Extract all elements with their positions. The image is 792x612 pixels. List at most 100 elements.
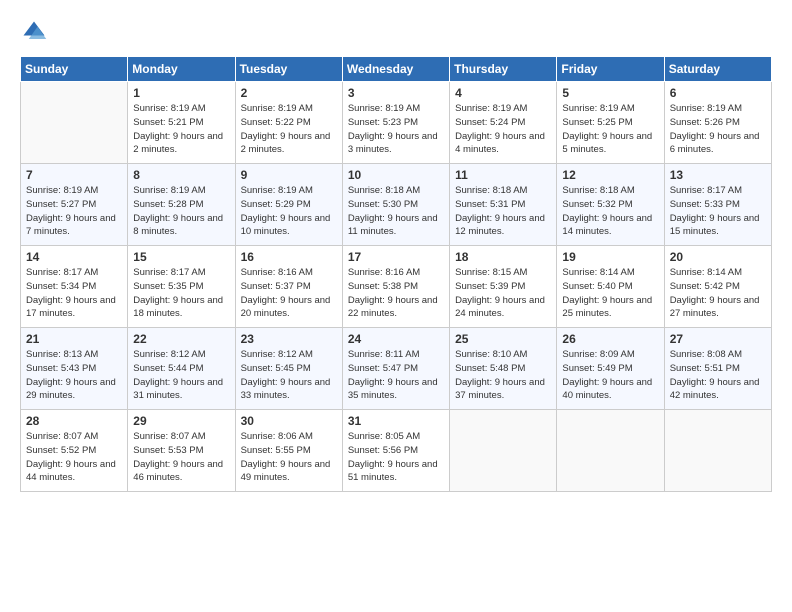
day-info: Sunrise: 8:17 AMSunset: 5:33 PMDaylight:… xyxy=(670,185,760,237)
calendar-cell: 30 Sunrise: 8:06 AMSunset: 5:55 PMDayligh… xyxy=(235,410,342,492)
day-info: Sunrise: 8:19 AMSunset: 5:27 PMDaylight:… xyxy=(26,185,116,237)
day-number: 2 xyxy=(241,86,337,100)
header-day-thursday: Thursday xyxy=(450,57,557,82)
calendar-cell xyxy=(21,82,128,164)
calendar-cell: 9Sunrise: 8:19 AMSunset: 5:29 PMDaylight… xyxy=(235,164,342,246)
day-info: Sunrise: 8:17 AMSunset: 5:35 PMDaylight:… xyxy=(133,267,223,319)
logo xyxy=(20,18,52,46)
calendar-header-row: SundayMondayTuesdayWednesdayThursdayFrid… xyxy=(21,57,772,82)
day-number: 8 xyxy=(133,168,229,182)
calendar-week-row: 1 Sunrise: 8:19 AMSunset: 5:21 PMDaylight… xyxy=(21,82,772,164)
calendar-cell: 20 Sunrise: 8:14 AMSunset: 5:42 PMDayligh… xyxy=(664,246,771,328)
day-info: Sunrise: 8:17 AMSunset: 5:34 PMDaylight:… xyxy=(26,267,116,319)
calendar-cell: 1 Sunrise: 8:19 AMSunset: 5:21 PMDaylight… xyxy=(128,82,235,164)
header-day-tuesday: Tuesday xyxy=(235,57,342,82)
day-number: 12 xyxy=(562,168,658,182)
calendar-cell: 26 Sunrise: 8:09 AMSunset: 5:49 PMDayligh… xyxy=(557,328,664,410)
day-info: Sunrise: 8:15 AMSunset: 5:39 PMDaylight:… xyxy=(455,267,545,319)
day-info: Sunrise: 8:19 AMSunset: 5:26 PMDaylight:… xyxy=(670,103,760,155)
calendar-cell: 21Sunrise: 8:13 AMSunset: 5:43 PMDayligh… xyxy=(21,328,128,410)
day-number: 14 xyxy=(26,250,122,264)
day-info: Sunrise: 8:19 AMSunset: 5:21 PMDaylight:… xyxy=(133,103,223,155)
calendar-cell: 11Sunrise: 8:18 AMSunset: 5:31 PMDayligh… xyxy=(450,164,557,246)
calendar-page: SundayMondayTuesdayWednesdayThursdayFrid… xyxy=(0,0,792,612)
header-day-monday: Monday xyxy=(128,57,235,82)
day-number: 6 xyxy=(670,86,766,100)
day-info: Sunrise: 8:14 AMSunset: 5:40 PMDaylight:… xyxy=(562,267,652,319)
day-info: Sunrise: 8:12 AMSunset: 5:44 PMDaylight:… xyxy=(133,349,223,401)
day-info: Sunrise: 8:19 AMSunset: 5:29 PMDaylight:… xyxy=(241,185,331,237)
calendar-cell: 31 Sunrise: 8:05 AMSunset: 5:56 PMDayligh… xyxy=(342,410,449,492)
calendar-cell: 24Sunrise: 8:11 AMSunset: 5:47 PMDayligh… xyxy=(342,328,449,410)
day-number: 31 xyxy=(348,414,444,428)
day-number: 5 xyxy=(562,86,658,100)
day-info: Sunrise: 8:12 AMSunset: 5:45 PMDaylight:… xyxy=(241,349,331,401)
calendar-cell: 16Sunrise: 8:16 AMSunset: 5:37 PMDayligh… xyxy=(235,246,342,328)
calendar-cell: 8 Sunrise: 8:19 AMSunset: 5:28 PMDaylight… xyxy=(128,164,235,246)
day-number: 30 xyxy=(241,414,337,428)
calendar-cell: 10 Sunrise: 8:18 AMSunset: 5:30 PMDayligh… xyxy=(342,164,449,246)
day-number: 7 xyxy=(26,168,122,182)
day-info: Sunrise: 8:05 AMSunset: 5:56 PMDaylight:… xyxy=(348,431,438,483)
day-number: 3 xyxy=(348,86,444,100)
day-info: Sunrise: 8:19 AMSunset: 5:28 PMDaylight:… xyxy=(133,185,223,237)
calendar-cell: 14 Sunrise: 8:17 AMSunset: 5:34 PMDayligh… xyxy=(21,246,128,328)
day-info: Sunrise: 8:19 AMSunset: 5:23 PMDaylight:… xyxy=(348,103,438,155)
day-number: 11 xyxy=(455,168,551,182)
day-info: Sunrise: 8:07 AMSunset: 5:52 PMDaylight:… xyxy=(26,431,116,483)
logo-icon xyxy=(20,18,48,46)
day-number: 18 xyxy=(455,250,551,264)
calendar-cell: 25 Sunrise: 8:10 AMSunset: 5:48 PMDayligh… xyxy=(450,328,557,410)
header-day-wednesday: Wednesday xyxy=(342,57,449,82)
day-info: Sunrise: 8:06 AMSunset: 5:55 PMDaylight:… xyxy=(241,431,331,483)
day-info: Sunrise: 8:19 AMSunset: 5:25 PMDaylight:… xyxy=(562,103,652,155)
day-info: Sunrise: 8:10 AMSunset: 5:48 PMDaylight:… xyxy=(455,349,545,401)
calendar-cell: 27Sunrise: 8:08 AMSunset: 5:51 PMDayligh… xyxy=(664,328,771,410)
header-day-sunday: Sunday xyxy=(21,57,128,82)
day-number: 28 xyxy=(26,414,122,428)
calendar-week-row: 14 Sunrise: 8:17 AMSunset: 5:34 PMDayligh… xyxy=(21,246,772,328)
day-number: 22 xyxy=(133,332,229,346)
calendar-cell: 29 Sunrise: 8:07 AMSunset: 5:53 PMDayligh… xyxy=(128,410,235,492)
day-number: 26 xyxy=(562,332,658,346)
calendar-cell: 28 Sunrise: 8:07 AMSunset: 5:52 PMDayligh… xyxy=(21,410,128,492)
day-info: Sunrise: 8:16 AMSunset: 5:37 PMDaylight:… xyxy=(241,267,331,319)
day-info: Sunrise: 8:13 AMSunset: 5:43 PMDaylight:… xyxy=(26,349,116,401)
day-number: 13 xyxy=(670,168,766,182)
day-number: 4 xyxy=(455,86,551,100)
day-number: 23 xyxy=(241,332,337,346)
calendar-cell xyxy=(557,410,664,492)
calendar-cell: 7 Sunrise: 8:19 AMSunset: 5:27 PMDaylight… xyxy=(21,164,128,246)
calendar-week-row: 28 Sunrise: 8:07 AMSunset: 5:52 PMDayligh… xyxy=(21,410,772,492)
calendar-cell xyxy=(450,410,557,492)
calendar-cell: 23 Sunrise: 8:12 AMSunset: 5:45 PMDayligh… xyxy=(235,328,342,410)
day-info: Sunrise: 8:09 AMSunset: 5:49 PMDaylight:… xyxy=(562,349,652,401)
calendar-cell: 4Sunrise: 8:19 AMSunset: 5:24 PMDaylight… xyxy=(450,82,557,164)
day-info: Sunrise: 8:18 AMSunset: 5:32 PMDaylight:… xyxy=(562,185,652,237)
calendar-week-row: 21Sunrise: 8:13 AMSunset: 5:43 PMDayligh… xyxy=(21,328,772,410)
day-number: 24 xyxy=(348,332,444,346)
day-info: Sunrise: 8:07 AMSunset: 5:53 PMDaylight:… xyxy=(133,431,223,483)
calendar-cell: 5 Sunrise: 8:19 AMSunset: 5:25 PMDaylight… xyxy=(557,82,664,164)
day-number: 27 xyxy=(670,332,766,346)
calendar-week-row: 7 Sunrise: 8:19 AMSunset: 5:27 PMDaylight… xyxy=(21,164,772,246)
calendar-cell: 22 Sunrise: 8:12 AMSunset: 5:44 PMDayligh… xyxy=(128,328,235,410)
day-number: 1 xyxy=(133,86,229,100)
day-number: 10 xyxy=(348,168,444,182)
calendar-table: SundayMondayTuesdayWednesdayThursdayFrid… xyxy=(20,56,772,492)
calendar-cell xyxy=(664,410,771,492)
calendar-cell: 15 Sunrise: 8:17 AMSunset: 5:35 PMDayligh… xyxy=(128,246,235,328)
calendar-cell: 17Sunrise: 8:16 AMSunset: 5:38 PMDayligh… xyxy=(342,246,449,328)
calendar-cell: 3 Sunrise: 8:19 AMSunset: 5:23 PMDaylight… xyxy=(342,82,449,164)
header-day-saturday: Saturday xyxy=(664,57,771,82)
calendar-cell: 19 Sunrise: 8:14 AMSunset: 5:40 PMDayligh… xyxy=(557,246,664,328)
day-number: 25 xyxy=(455,332,551,346)
calendar-cell: 18 Sunrise: 8:15 AMSunset: 5:39 PMDayligh… xyxy=(450,246,557,328)
day-number: 29 xyxy=(133,414,229,428)
day-number: 20 xyxy=(670,250,766,264)
day-number: 17 xyxy=(348,250,444,264)
day-number: 15 xyxy=(133,250,229,264)
day-number: 19 xyxy=(562,250,658,264)
day-info: Sunrise: 8:14 AMSunset: 5:42 PMDaylight:… xyxy=(670,267,760,319)
day-info: Sunrise: 8:18 AMSunset: 5:30 PMDaylight:… xyxy=(348,185,438,237)
